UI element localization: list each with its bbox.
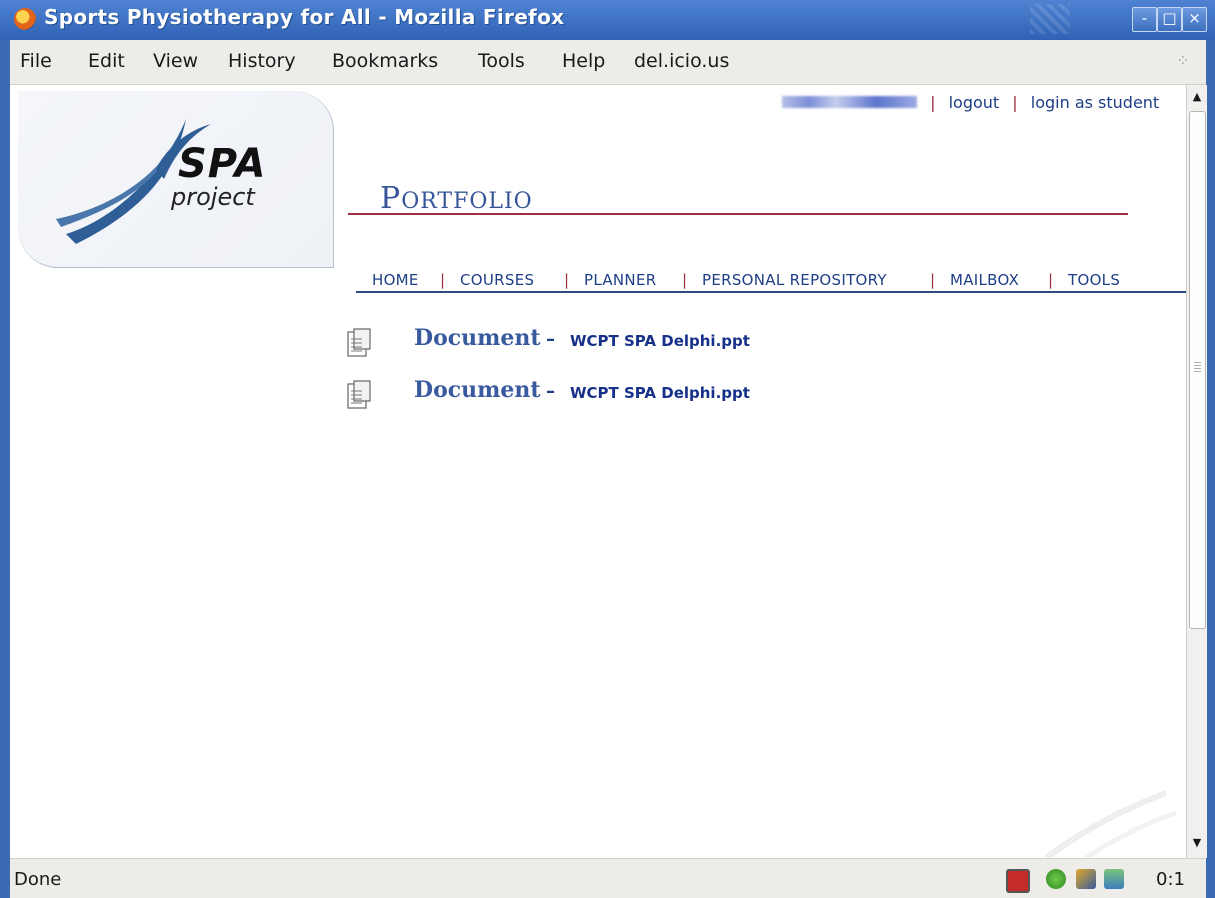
titlebar-decoration: [1030, 4, 1070, 34]
document-label[interactable]: Document: [414, 325, 541, 351]
nav-separator: |: [930, 271, 936, 289]
menubar: File Edit View History Bookmarks Tools H…: [10, 40, 1206, 85]
extension-tools-icon[interactable]: [1076, 869, 1096, 889]
close-button[interactable]: ×: [1182, 7, 1207, 32]
user-name-redacted[interactable]: [782, 96, 917, 108]
window-border-right: [1206, 40, 1215, 897]
menu-file[interactable]: File: [20, 50, 52, 72]
nav-tools[interactable]: TOOLS: [1068, 271, 1120, 289]
page-title-rest: ORTFOLIO: [401, 189, 533, 214]
menu-bookmarks[interactable]: Bookmarks: [332, 50, 438, 72]
page-title: PORTFOLIO: [380, 181, 533, 216]
extension-update-icon[interactable]: [1104, 869, 1124, 889]
vertical-scrollbar[interactable]: ▲ ▼: [1186, 85, 1207, 858]
menu-view[interactable]: View: [153, 50, 198, 72]
document-filename[interactable]: WCPT SPA Delphi.ppt: [570, 384, 750, 402]
status-text: Done: [14, 869, 62, 890]
nav-planner[interactable]: PLANNER: [584, 271, 656, 289]
firefox-icon: [14, 8, 36, 30]
logo-panel[interactable]: SPA project: [18, 91, 334, 268]
status-counter: 0:1: [1156, 869, 1185, 890]
main-nav: HOME | COURSES | PLANNER | PERSONAL REPO…: [356, 269, 1186, 293]
logo-text-spa: SPA: [178, 141, 267, 187]
statusbar: Done 0:1: [10, 858, 1206, 898]
nav-separator: |: [1048, 271, 1054, 289]
menu-help[interactable]: Help: [562, 50, 605, 72]
menu-history[interactable]: History: [228, 50, 296, 72]
scroll-up-icon[interactable]: ▲: [1187, 87, 1207, 107]
extension-red-icon[interactable]: [1006, 869, 1030, 893]
menu-tools[interactable]: Tools: [478, 50, 525, 72]
nav-courses[interactable]: COURSES: [460, 271, 534, 289]
user-bar: | logout | login as student: [782, 93, 1159, 112]
menu-edit[interactable]: Edit: [88, 50, 125, 72]
userbar-separator: |: [930, 93, 936, 112]
scrollbar-grip: [1194, 362, 1201, 372]
window-border-left: [0, 40, 10, 897]
document-icon: [347, 380, 371, 409]
scrollbar-thumb[interactable]: [1189, 111, 1206, 629]
document-filename[interactable]: WCPT SPA Delphi.ppt: [570, 332, 750, 350]
page-title-initial: P: [380, 181, 402, 216]
nav-separator: |: [564, 271, 570, 289]
check-icon[interactable]: [1046, 869, 1066, 889]
minimize-button[interactable]: -: [1132, 7, 1157, 32]
title-divider: [348, 213, 1128, 215]
background-watermark: [1044, 790, 1176, 858]
document-row[interactable]: Document – WCPT SPA Delphi.ppt: [346, 323, 946, 363]
document-dash: –: [546, 329, 555, 350]
document-row[interactable]: Document – WCPT SPA Delphi.ppt: [346, 375, 946, 415]
maximize-button[interactable]: □: [1157, 7, 1182, 32]
throbber-icon: ⁘: [1176, 51, 1190, 70]
window-title: Sports Physiotherapy for All - Mozilla F…: [44, 5, 565, 29]
document-icon: [347, 328, 371, 357]
logo-text-project: project: [171, 183, 255, 211]
nav-divider: [356, 291, 1186, 293]
userbar-separator: |: [1012, 93, 1018, 112]
document-label[interactable]: Document: [414, 377, 541, 403]
nav-personal-repository[interactable]: PERSONAL REPOSITORY: [702, 271, 887, 289]
window-titlebar: Sports Physiotherapy for All - Mozilla F…: [0, 0, 1215, 40]
scroll-down-icon[interactable]: ▼: [1187, 833, 1207, 853]
logout-link[interactable]: logout: [949, 93, 1000, 112]
page-content: SPA project | logout | login as student …: [10, 85, 1186, 858]
menu-delicious[interactable]: del.icio.us: [634, 50, 729, 72]
nav-separator: |: [682, 271, 688, 289]
nav-mailbox[interactable]: MAILBOX: [950, 271, 1019, 289]
login-as-student-link[interactable]: login as student: [1031, 93, 1159, 112]
document-dash: –: [546, 381, 555, 402]
nav-home[interactable]: HOME: [372, 271, 419, 289]
nav-separator: |: [440, 271, 446, 289]
